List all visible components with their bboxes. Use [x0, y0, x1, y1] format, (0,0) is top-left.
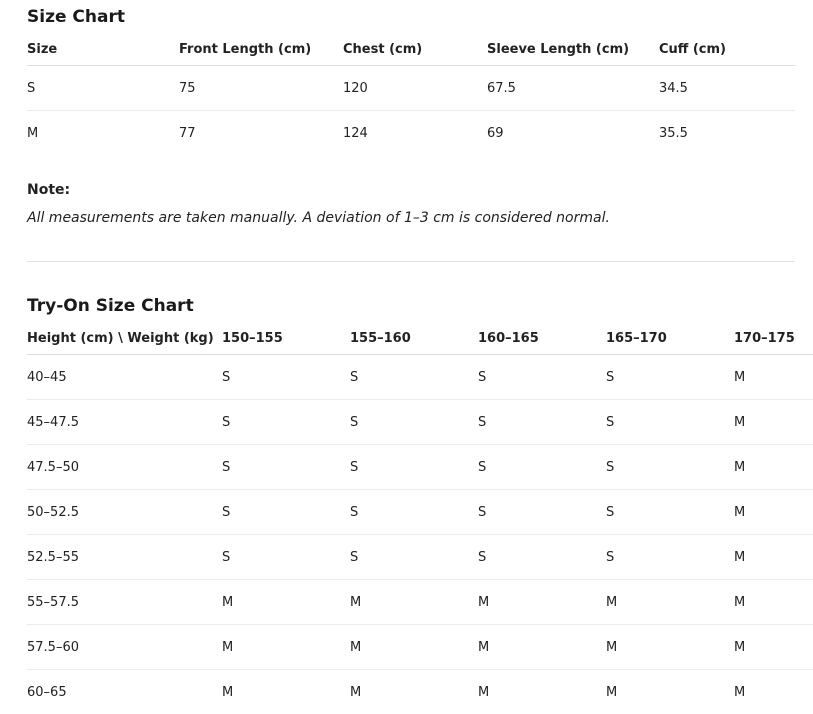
table-cell: S	[606, 535, 734, 580]
table-cell: 40–45	[27, 355, 222, 400]
table-cell: M	[222, 670, 350, 714]
note-block: Note: All measurements are taken manuall…	[27, 176, 795, 232]
table-cell: M	[350, 625, 478, 670]
table-cell: 47.5–50	[27, 445, 222, 490]
table-row: 60–65 M M M M M	[27, 670, 813, 714]
tryon-chart-header: 170–175	[734, 322, 813, 355]
table-cell: 77	[179, 111, 343, 156]
table-cell: M	[27, 111, 179, 156]
size-chart-header: Front Length (cm)	[179, 33, 343, 66]
tryon-chart-header: 160–165	[478, 322, 606, 355]
table-cell: 50–52.5	[27, 490, 222, 535]
table-cell: 67.5	[487, 66, 659, 111]
table-cell: S	[478, 445, 606, 490]
table-cell: M	[222, 580, 350, 625]
table-cell: M	[734, 580, 813, 625]
table-row: 40–45 S S S S M	[27, 355, 813, 400]
table-cell: 60–65	[27, 670, 222, 714]
table-cell: S	[478, 490, 606, 535]
note-text: All measurements are taken manually. A d…	[27, 204, 795, 232]
table-cell: M	[606, 625, 734, 670]
table-cell: M	[734, 670, 813, 714]
table-cell: 124	[343, 111, 487, 156]
table-cell: M	[734, 490, 813, 535]
table-cell: M	[734, 625, 813, 670]
table-row: 52.5–55 S S S S M	[27, 535, 813, 580]
size-chart-header: Sleeve Length (cm)	[487, 33, 659, 66]
table-cell: M	[350, 580, 478, 625]
tryon-chart-header: 165–170	[606, 322, 734, 355]
table-cell: M	[606, 580, 734, 625]
tryon-chart-header: Height (cm) \ Weight (kg)	[27, 322, 222, 355]
table-row: M 77 124 69 35.5	[27, 111, 795, 156]
note-title: Note:	[27, 176, 795, 204]
table-cell: S	[350, 535, 478, 580]
table-cell: S	[478, 355, 606, 400]
table-row: 50–52.5 S S S S M	[27, 490, 813, 535]
table-cell: M	[478, 580, 606, 625]
table-cell: S	[606, 490, 734, 535]
table-cell: S	[222, 355, 350, 400]
tryon-chart-header: 155–160	[350, 322, 478, 355]
tryon-chart-table: Height (cm) \ Weight (kg) 150–155 155–16…	[27, 322, 813, 714]
table-cell: S	[350, 490, 478, 535]
table-cell: M	[478, 625, 606, 670]
size-chart-table: Size Front Length (cm) Chest (cm) Sleeve…	[27, 33, 795, 155]
table-cell: 55–57.5	[27, 580, 222, 625]
table-cell: S	[222, 490, 350, 535]
table-cell: M	[222, 625, 350, 670]
table-cell: S	[350, 445, 478, 490]
table-cell: M	[606, 670, 734, 714]
table-cell: S	[222, 400, 350, 445]
table-cell: 69	[487, 111, 659, 156]
table-cell: S	[222, 535, 350, 580]
table-cell: S	[27, 66, 179, 111]
table-cell: 75	[179, 66, 343, 111]
table-cell: S	[478, 535, 606, 580]
table-cell: 52.5–55	[27, 535, 222, 580]
tryon-chart-header: 150–155	[222, 322, 350, 355]
table-cell: M	[734, 535, 813, 580]
table-cell: 35.5	[659, 111, 795, 156]
table-cell: S	[606, 355, 734, 400]
table-cell: 34.5	[659, 66, 795, 111]
tryon-chart-title: Try-On Size Chart	[27, 291, 194, 321]
table-cell: M	[350, 670, 478, 714]
table-cell: M	[734, 355, 813, 400]
table-row: 45–47.5 S S S S M	[27, 400, 813, 445]
table-cell: S	[606, 400, 734, 445]
table-cell: 45–47.5	[27, 400, 222, 445]
table-row: S 75 120 67.5 34.5	[27, 66, 795, 111]
size-chart-header: Cuff (cm)	[659, 33, 795, 66]
table-row: 55–57.5 M M M M M	[27, 580, 813, 625]
table-cell: S	[350, 355, 478, 400]
table-cell: 57.5–60	[27, 625, 222, 670]
table-cell: M	[734, 445, 813, 490]
table-row: 57.5–60 M M M M M	[27, 625, 813, 670]
table-cell: M	[478, 670, 606, 714]
table-cell: S	[478, 400, 606, 445]
size-chart-title: Size Chart	[27, 2, 125, 32]
tryon-chart-header-row: Height (cm) \ Weight (kg) 150–155 155–16…	[27, 322, 813, 355]
table-cell: S	[606, 445, 734, 490]
size-chart-header: Chest (cm)	[343, 33, 487, 66]
table-cell: 120	[343, 66, 487, 111]
table-cell: S	[222, 445, 350, 490]
table-cell: M	[734, 400, 813, 445]
section-divider	[27, 261, 795, 262]
size-chart-header-row: Size Front Length (cm) Chest (cm) Sleeve…	[27, 33, 795, 66]
size-chart-header: Size	[27, 33, 179, 66]
table-row: 47.5–50 S S S S M	[27, 445, 813, 490]
table-cell: S	[350, 400, 478, 445]
